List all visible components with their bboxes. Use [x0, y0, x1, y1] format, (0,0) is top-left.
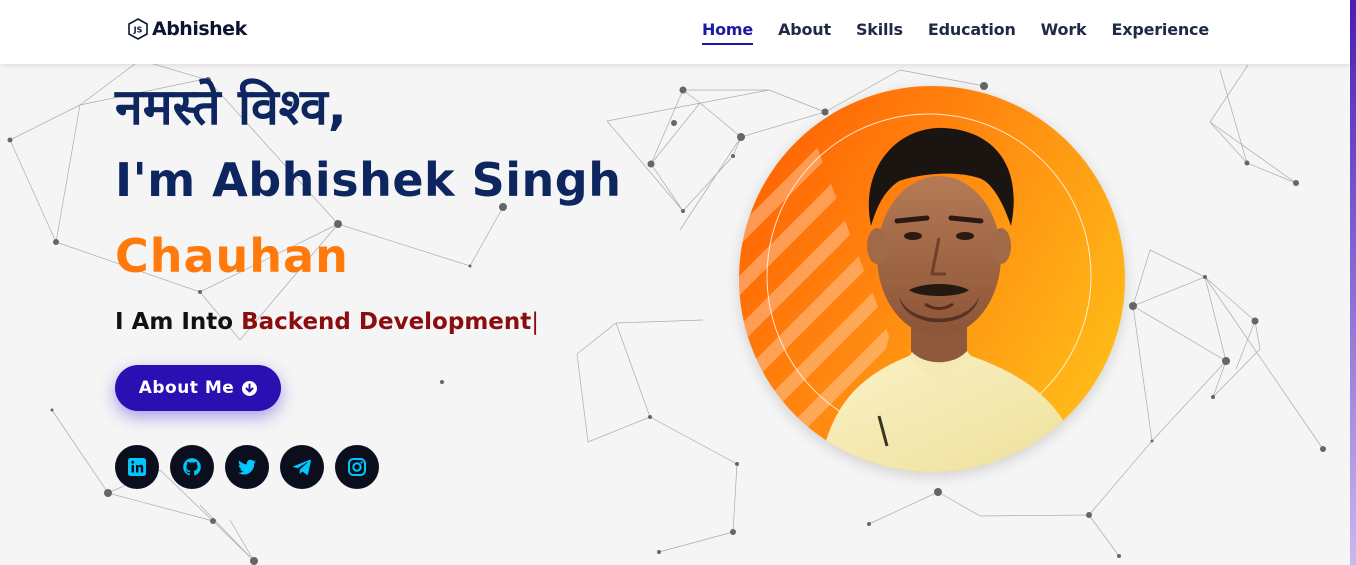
instagram-link[interactable]: [335, 445, 379, 489]
nav-about[interactable]: About: [778, 20, 831, 45]
brand[interactable]: JS Abhishek: [128, 18, 247, 40]
svg-text:JS: JS: [133, 26, 143, 35]
instagram-icon: [348, 458, 366, 476]
name-line-1: I'm Abhishek Singh: [115, 153, 622, 207]
nav-experience[interactable]: Experience: [1111, 20, 1209, 45]
nav-education[interactable]: Education: [928, 20, 1016, 45]
github-icon: [183, 458, 201, 476]
typing-caret: |: [531, 309, 540, 335]
github-link[interactable]: [170, 445, 214, 489]
into-prefix: I Am Into: [115, 309, 242, 335]
typed-role: Backend Development: [241, 309, 532, 335]
js-hexagon-icon: JS: [128, 18, 148, 40]
about-me-button[interactable]: About Me: [115, 365, 281, 411]
nav-skills[interactable]: Skills: [856, 20, 903, 45]
twitter-icon: [238, 459, 256, 475]
about-me-label: About Me: [138, 378, 235, 398]
nav-home[interactable]: Home: [701, 20, 753, 45]
social-links: [115, 445, 379, 489]
profile-photo: [739, 86, 1125, 472]
arrow-circle-down-icon: [242, 380, 258, 396]
twitter-link[interactable]: [225, 445, 269, 489]
hero-heading: नमस्ते विश्व, I'm Abhishek Singh Chauhan: [115, 72, 621, 294]
telegram-link[interactable]: [280, 445, 324, 489]
nav-work[interactable]: Work: [1041, 20, 1087, 45]
scrollbar-accent: [1350, 0, 1356, 565]
main-nav: Home About Skills Education Work Experie…: [701, 20, 1209, 45]
linkedin-icon: [128, 458, 146, 476]
navbar: JS Abhishek Home About Skills Education …: [0, 0, 1350, 64]
brand-name: Abhishek: [152, 18, 247, 40]
typing-line: I Am Into Backend Development|: [115, 309, 539, 335]
linkedin-link[interactable]: [115, 445, 159, 489]
greeting: नमस्ते विश्व,: [115, 78, 347, 136]
name-line-2: Chauhan: [115, 229, 349, 283]
telegram-icon: [292, 459, 311, 475]
